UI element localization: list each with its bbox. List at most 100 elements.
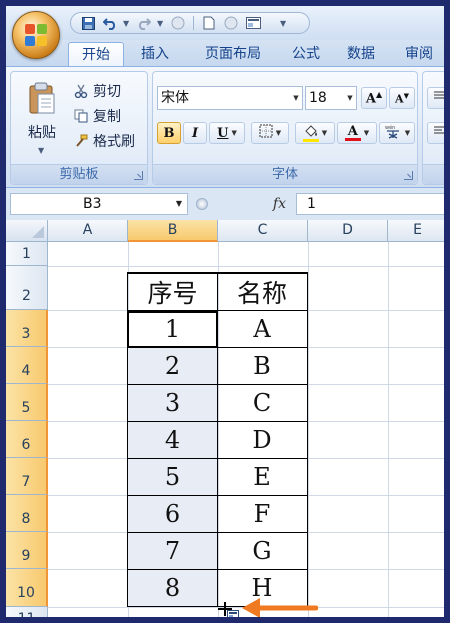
insert-function-button[interactable]: fx — [273, 196, 286, 212]
underline-button[interactable]: U ▼ — [209, 122, 245, 144]
column-header-b[interactable]: B — [128, 220, 218, 242]
chevron-down-icon: ▼ — [347, 94, 353, 102]
cell-b9[interactable]: 7 — [127, 533, 218, 570]
redo-dropdown-icon[interactable]: ▼ — [157, 19, 165, 28]
title-bar: ▼ ▼ ▼ — [6, 6, 444, 59]
customize-icon[interactable]: ▼ — [280, 19, 288, 28]
fill-color-swatch — [302, 138, 319, 142]
copy-label: 复制 — [93, 109, 121, 125]
copy-icon — [73, 108, 89, 124]
cell-c9[interactable]: G — [217, 533, 308, 570]
phonetic-button[interactable]: wén ▼ — [379, 122, 415, 144]
format-painter-button[interactable]: 格式刷 — [73, 130, 135, 152]
italic-button[interactable]: I — [183, 122, 207, 144]
paste-label: 粘贴 — [28, 125, 56, 141]
clipboard-launcher-icon[interactable] — [134, 171, 143, 180]
column-header-d[interactable]: D — [308, 220, 388, 242]
font-family-select[interactable]: 宋体 ▼ — [157, 86, 303, 110]
cell-b6[interactable]: 4 — [127, 422, 218, 459]
row-header-4[interactable]: 4 — [6, 347, 48, 384]
tab-review[interactable]: 审阅 — [394, 42, 444, 66]
bold-button[interactable]: B — [157, 122, 181, 144]
cell-c8[interactable]: F — [217, 496, 308, 533]
formula-input[interactable]: 1 — [296, 193, 444, 215]
font-color-glyph: A — [347, 124, 358, 139]
cell-b7[interactable]: 5 — [127, 459, 218, 496]
row-header-3[interactable]: 3 — [6, 310, 48, 347]
new-icon[interactable] — [200, 15, 218, 31]
office-button[interactable] — [12, 11, 60, 59]
redo-icon[interactable] — [135, 15, 153, 31]
name-box[interactable]: B3 ▼ — [10, 193, 188, 215]
row-header-10[interactable]: 10 — [6, 569, 48, 607]
cell-b8[interactable]: 6 — [127, 496, 218, 533]
fx-area: fx — [192, 193, 292, 215]
cell-b4[interactable]: 2 — [127, 348, 218, 385]
row-header-1[interactable]: 1 — [6, 242, 48, 266]
print-icon[interactable] — [169, 15, 187, 31]
font-size-select[interactable]: 18 ▼ — [305, 86, 357, 110]
column-header-c[interactable]: C — [218, 220, 308, 242]
font-launcher-icon[interactable] — [404, 171, 413, 180]
tab-page-layout[interactable]: 页面布局 — [190, 42, 276, 66]
column-header-e[interactable]: E — [388, 220, 444, 242]
cell-c3[interactable]: A — [217, 311, 308, 348]
font-color-button[interactable]: A ▼ — [337, 122, 377, 144]
row-header-8[interactable]: 8 — [6, 495, 48, 532]
cell-c6[interactable]: D — [217, 422, 308, 459]
undo-icon[interactable] — [101, 15, 119, 31]
spreadsheet-grid: A B C D E 1 2 3 4 5 6 7 8 9 10 11 序号 名称 — [6, 220, 444, 617]
row-header-7[interactable]: 7 — [6, 458, 48, 495]
chevron-down-icon: ▼ — [404, 129, 411, 137]
cell-b3[interactable]: 1 — [127, 311, 218, 348]
fill-color-button[interactable]: ▼ — [295, 122, 335, 144]
font-color-icon: A — [344, 124, 361, 141]
qat-separator — [193, 16, 194, 30]
svg-text:wén: wén — [385, 124, 395, 131]
copy-button[interactable]: 复制 — [73, 105, 121, 127]
grow-font-icon: A▲ — [365, 89, 383, 107]
shrink-font-button[interactable]: A▼ — [389, 87, 415, 109]
chevron-down-icon: ▼ — [321, 129, 328, 137]
row-header-6[interactable]: 6 — [6, 421, 48, 458]
table-header-name[interactable]: 名称 — [217, 272, 308, 311]
select-all-button[interactable] — [6, 220, 48, 242]
undo-dropdown-icon[interactable]: ▼ — [123, 19, 131, 28]
grow-font-button[interactable]: A▲ — [361, 87, 387, 109]
cell-b5[interactable]: 3 — [127, 385, 218, 422]
splitter-handle[interactable] — [196, 198, 208, 210]
tab-insert[interactable]: 插入 — [130, 42, 180, 66]
open-icon[interactable] — [222, 15, 240, 31]
format-painter-label: 格式刷 — [93, 134, 135, 150]
cell-c5[interactable]: C — [217, 385, 308, 422]
align-left-button[interactable] — [427, 122, 444, 144]
save-icon[interactable] — [79, 15, 97, 31]
tab-formulas[interactable]: 公式 — [280, 42, 332, 66]
column-header-a[interactable]: A — [48, 220, 128, 242]
preview-icon[interactable] — [244, 15, 262, 31]
row-header-5[interactable]: 5 — [6, 384, 48, 421]
clipboard-icon — [29, 82, 55, 114]
paste-button[interactable]: 粘贴 ▼ — [19, 78, 65, 158]
clipboard-group-label: 剪贴板 — [11, 164, 147, 184]
row-header-2[interactable]: 2 — [6, 266, 48, 310]
cut-button[interactable]: 剪切 — [73, 80, 121, 102]
italic-label: I — [191, 125, 199, 141]
table-header-number[interactable]: 序号 — [127, 272, 218, 311]
cell-b10[interactable]: 8 — [127, 570, 218, 607]
font-group: 宋体 ▼ 18 ▼ A▲ A▼ B I U ▼ ▼ ▼ A ▼ wén ▼ 字体 — [152, 71, 418, 185]
align-top-button[interactable] — [427, 87, 444, 109]
row-header-11[interactable]: 11 — [6, 607, 48, 617]
ribbon: 粘贴 ▼ 剪切 复制 格式刷 剪贴板 宋体 ▼ 18 ▼ A▲ A▼ B I U… — [6, 66, 444, 188]
borders-button[interactable]: ▼ — [251, 122, 289, 144]
cell-c7[interactable]: E — [217, 459, 308, 496]
tab-data[interactable]: 数据 — [336, 42, 386, 66]
paste-dropdown-icon[interactable]: ▼ — [38, 146, 44, 155]
ribbon-tabs: 开始 插入 页面布局 公式 数据 审阅 — [6, 40, 444, 66]
font-family-value: 宋体 — [161, 90, 189, 106]
cell-c4[interactable]: B — [217, 348, 308, 385]
row-header-9[interactable]: 9 — [6, 532, 48, 569]
cut-label: 剪切 — [93, 84, 121, 100]
chevron-down-icon: ▼ — [231, 129, 237, 137]
tab-home[interactable]: 开始 — [68, 42, 124, 66]
